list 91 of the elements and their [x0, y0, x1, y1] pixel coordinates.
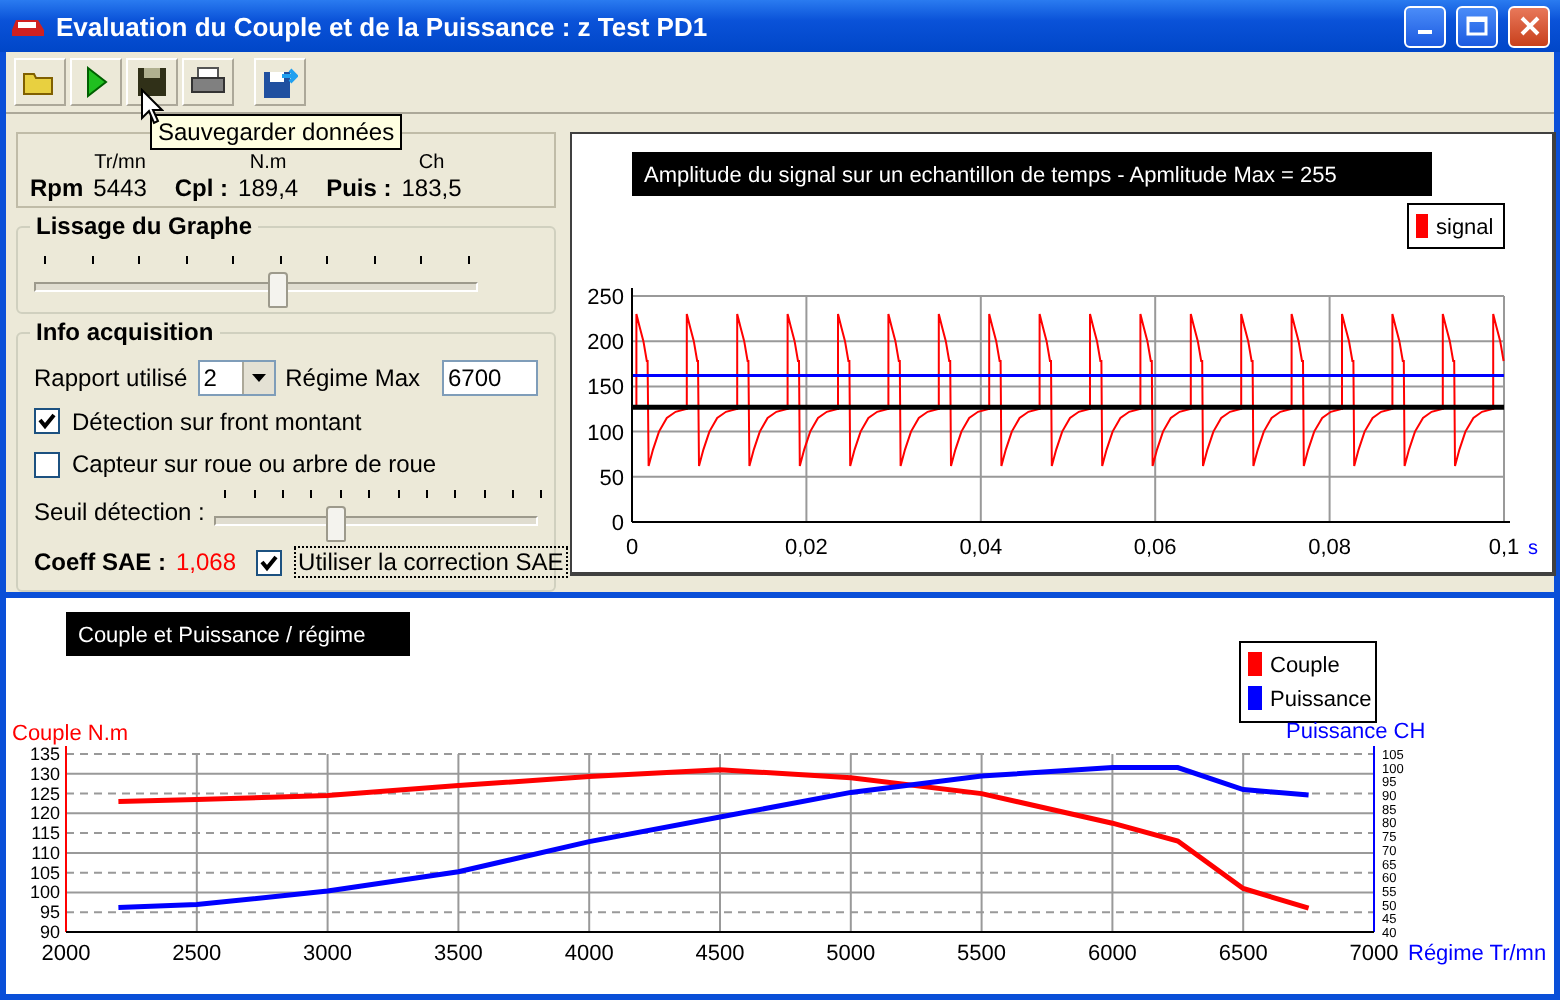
group-title: Info acquisition: [30, 318, 220, 346]
field-label: Régime Max: [285, 363, 420, 392]
x-tick-label: 5500: [957, 942, 1007, 966]
x-tick-label: 6500: [1218, 942, 1268, 966]
checkbox[interactable]: [34, 408, 60, 435]
slider[interactable]: [214, 486, 538, 538]
field-label: Rapport utilisé: [34, 363, 188, 392]
checkbox-label: Détection sur front montant: [72, 407, 362, 436]
x-tick-label: 0,1: [1488, 536, 1520, 560]
car-icon: [10, 14, 46, 38]
unit-label: Ch: [418, 152, 445, 174]
y-tick-label: 130: [29, 763, 60, 784]
y-tick-label: 50: [599, 466, 624, 491]
slider-thumb[interactable]: [325, 506, 346, 542]
x-tick-label: 5000: [826, 942, 876, 966]
legend-label: Couple: [1270, 654, 1340, 678]
x-unit-label: s: [1528, 538, 1538, 560]
checkbox-label: Utiliser la correction SAE: [294, 546, 568, 578]
legend-label: signal: [1436, 216, 1494, 240]
printer-icon: [190, 66, 226, 98]
x-tick-label: 0,04: [959, 536, 1003, 560]
y-tick-label: 90: [39, 922, 60, 942]
y-tick-label: 0: [611, 512, 624, 536]
reading-value: 183,5: [401, 174, 462, 202]
reading-label: Cpl :: [174, 174, 229, 202]
pointer-icon: [140, 88, 164, 126]
x-tick-label: 2500: [172, 942, 222, 966]
x-tick-label: 0,06: [1133, 536, 1177, 560]
y-tick-label: 110: [31, 842, 60, 863]
floppy-icon: [136, 66, 168, 98]
tooltip: Sauvegarder données: [150, 114, 403, 150]
gear-dropdown[interactable]: 2: [197, 359, 276, 396]
chart-title: Couple et Puissance / régime: [78, 624, 366, 648]
x-tick-label: 4000: [564, 942, 614, 966]
y-tick-label: 105: [29, 862, 60, 883]
reading-label: Rpm: [30, 174, 84, 202]
input-field[interactable]: 6700: [442, 359, 538, 396]
y-tick-label: 125: [29, 783, 60, 804]
window-title: Evaluation du Couple et de la Puissance : z Test PD1: [56, 11, 710, 41]
y-tick-label: 200: [587, 331, 624, 356]
unit-label: N.m: [249, 152, 287, 174]
reading-value: 5443: [93, 174, 147, 202]
x-tick-label: 0,02: [785, 536, 828, 560]
checkbox-label: Capteur sur roue ou arbre de roue: [72, 450, 437, 479]
legend-box: [1407, 203, 1505, 249]
y2-axis-label: Puissance CH: [1286, 720, 1426, 744]
y-tick-label: 120: [29, 803, 60, 824]
x-tick-label: 7000: [1349, 942, 1399, 966]
x-tick-label: 4500: [695, 942, 745, 966]
maximize-icon: [1466, 16, 1488, 36]
close-button[interactable]: [1508, 5, 1550, 47]
x-tick-label: 6000: [1087, 942, 1137, 966]
group-title: Lissage du Graphe: [30, 212, 259, 240]
x-tick-label: 0,08: [1308, 536, 1351, 560]
save-button[interactable]: [126, 58, 178, 106]
print-button[interactable]: [182, 58, 234, 106]
legend-label: Puissance: [1270, 688, 1372, 712]
y-tick-label: 250: [587, 286, 624, 310]
coefficient-value: 1,068: [176, 548, 237, 576]
reading-label: Puis :: [326, 174, 392, 202]
unit-label: Tr/mn: [94, 152, 146, 174]
x-tick-label: 3500: [433, 942, 483, 966]
x-tick-label: 2000: [41, 942, 91, 966]
x-tick-label: 0: [625, 536, 639, 560]
y-tick-label: 135: [29, 744, 60, 764]
reading-value: 189,4: [238, 174, 299, 202]
slider-label: Seuil détection :: [34, 498, 205, 526]
x-axis-label: Régime Tr/mn: [1408, 942, 1547, 966]
play-icon: [84, 66, 108, 98]
chart-title: Amplitude du signal sur un echantillon de temps - Apmlitude Max = 255: [644, 164, 1337, 188]
y-tick-label: 100: [587, 421, 624, 446]
export-button[interactable]: [254, 58, 306, 106]
disk-arrow-icon: [262, 65, 298, 99]
y-tick-label: 100: [29, 882, 60, 903]
checkbox[interactable]: [256, 549, 283, 575]
y-axis-label: Couple N.m: [12, 722, 129, 746]
x-tick-label: 3000: [303, 942, 353, 966]
y-tick-label: 150: [587, 376, 624, 401]
slider-thumb[interactable]: [267, 272, 288, 308]
y-tick-label: 115: [31, 823, 60, 844]
open-button[interactable]: [14, 58, 66, 106]
coefficient-label: Coeff SAE :: [34, 548, 166, 576]
y-tick-label: 95: [39, 902, 60, 923]
run-button[interactable]: [70, 58, 122, 106]
maximize-button[interactable]: [1456, 5, 1498, 47]
slider[interactable]: [34, 252, 478, 304]
minimize-button[interactable]: [1404, 5, 1446, 47]
checkbox[interactable]: [34, 451, 60, 478]
folder-icon: [22, 68, 58, 96]
close-icon: [1519, 16, 1539, 36]
caret-icon: [251, 373, 266, 382]
